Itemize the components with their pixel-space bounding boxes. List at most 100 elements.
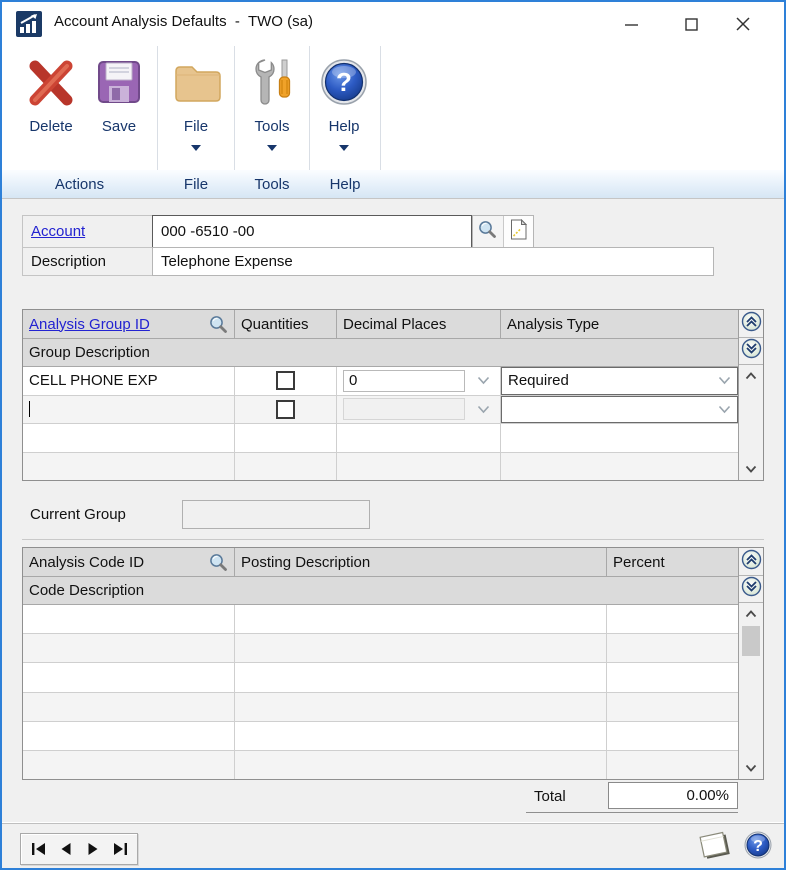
file-menu-label: File <box>184 118 208 135</box>
save-button-label: Save <box>102 118 136 135</box>
question-mark-icon: ? <box>320 54 368 110</box>
analysis-code-grid: Analysis Code ID Posting Description Per… <box>22 547 764 780</box>
notes-button[interactable] <box>690 830 734 864</box>
tools-menu-button[interactable]: Tools <box>236 54 308 146</box>
window-title: Account Analysis Defaults - TWO (sa) <box>54 13 313 30</box>
double-chevron-up-icon <box>741 549 762 575</box>
code-grid-row <box>23 634 738 663</box>
expand-rows-button[interactable] <box>739 548 763 576</box>
group-grid-row-1: CELL PHONE EXP 0 Required <box>23 367 738 396</box>
scroll-down-arrow[interactable] <box>739 757 763 779</box>
group-id-cell[interactable] <box>23 396 235 424</box>
code-grid-row <box>23 605 738 634</box>
save-button[interactable]: Save <box>86 54 152 135</box>
previous-record-button[interactable] <box>55 837 77 861</box>
analysis-group-grid-header: Analysis Group ID Quantities Decimal Pla… <box>23 310 738 339</box>
group-label-file: File <box>158 170 234 198</box>
tools-menu-label: Tools <box>254 118 289 135</box>
delete-button[interactable]: Delete <box>18 54 84 135</box>
analysis-type-dropdown[interactable]: Required <box>501 367 738 395</box>
scroll-thumb[interactable] <box>742 626 760 656</box>
description-value: Telephone Expense <box>161 253 293 270</box>
quantities-checkbox[interactable] <box>276 400 295 419</box>
collapse-rows-button[interactable] <box>739 338 763 365</box>
delete-button-label: Delete <box>29 118 72 135</box>
quantities-header: Quantities <box>241 316 309 333</box>
chevron-down-icon <box>718 376 731 385</box>
group-grid-row-3 <box>23 424 738 453</box>
scroll-down-arrow[interactable] <box>739 458 763 480</box>
decimal-places-header: Decimal Places <box>343 316 446 333</box>
account-input[interactable]: 000 -6510 -00 <box>152 215 472 248</box>
group-grid-scrollbar <box>739 365 763 480</box>
account-value: 000 -6510 -00 <box>161 223 254 240</box>
code-description-subheader: Code Description <box>29 582 144 599</box>
expand-rows-button[interactable] <box>739 310 763 338</box>
current-group-field <box>182 500 370 529</box>
group-id-cell[interactable]: CELL PHONE EXP <box>23 367 235 395</box>
analysis-code-grid-header: Analysis Code ID Posting Description Per… <box>23 548 738 577</box>
bottom-bar: ? <box>2 823 784 869</box>
group-label-tools: Tools <box>235 170 309 198</box>
first-record-button[interactable] <box>28 837 50 861</box>
analysis-group-grid: Analysis Group ID Quantities Decimal Pla… <box>22 309 764 481</box>
help-menu-button[interactable]: ? Help <box>310 54 378 146</box>
group-grid-row-4 <box>23 453 738 481</box>
total-label: Total <box>534 788 566 805</box>
analysis-type-dropdown[interactable] <box>501 396 738 424</box>
help-button[interactable]: ? <box>742 831 774 863</box>
magnifier-icon[interactable] <box>209 315 228 334</box>
analysis-group-id-link[interactable]: Analysis Group ID <box>29 316 150 333</box>
floppy-disk-icon <box>96 54 142 110</box>
quantities-cell <box>235 396 337 424</box>
double-chevron-down-icon <box>741 338 762 364</box>
total-value: 0.00% <box>608 782 738 809</box>
wrench-screwdriver-icon <box>249 54 295 110</box>
analysis-code-id-header: Analysis Code ID <box>29 554 144 571</box>
collapse-rows-button[interactable] <box>739 576 763 603</box>
note-button[interactable] <box>503 216 534 247</box>
content-area: Account 000 -6510 -00 <box>2 199 784 822</box>
code-grid-row <box>23 751 738 779</box>
analysis-type-header: Analysis Type <box>507 316 599 333</box>
decimal-places-dropdown[interactable] <box>343 398 465 420</box>
double-chevron-up-icon <box>741 311 762 337</box>
description-label: Description <box>31 253 106 270</box>
code-grid-scrollbar <box>739 603 763 779</box>
scroll-up-arrow[interactable] <box>739 603 763 625</box>
magnifier-icon[interactable] <box>209 553 228 572</box>
last-record-button[interactable] <box>109 837 131 861</box>
folder-icon <box>171 54 221 110</box>
title-bar: Account Analysis Defaults - TWO (sa) <box>2 2 784 46</box>
text-caret <box>29 401 30 417</box>
scroll-up-arrow[interactable] <box>739 365 763 387</box>
notepad-icon <box>692 829 732 866</box>
lookup-button[interactable] <box>473 216 503 247</box>
toolbar: Delete Save Fi <box>2 46 784 199</box>
question-mark-icon: ? <box>744 831 772 864</box>
record-navigation <box>20 833 138 865</box>
magnifier-icon <box>478 220 497 244</box>
posting-description-header: Posting Description <box>241 554 370 571</box>
group-label-actions: Actions <box>2 170 157 198</box>
close-button[interactable] <box>724 8 762 40</box>
analysis-type-cell: Required <box>501 367 738 395</box>
decimal-places-dropdown[interactable]: 0 <box>343 370 465 392</box>
account-link[interactable]: Account <box>31 223 85 240</box>
maximize-button[interactable] <box>672 8 710 40</box>
dropdown-arrow-icon <box>267 138 277 146</box>
code-grid-row <box>23 693 738 722</box>
decimal-places-cell <box>337 396 501 424</box>
svg-text:?: ? <box>336 67 352 97</box>
chevron-down-icon[interactable] <box>477 405 490 414</box>
file-menu-button[interactable]: File <box>160 54 232 146</box>
next-record-button[interactable] <box>82 837 104 861</box>
window: Account Analysis Defaults - TWO (sa) Del <box>0 0 786 870</box>
minimize-button[interactable] <box>612 8 650 40</box>
current-group-label: Current Group <box>30 506 126 523</box>
chevron-down-icon[interactable] <box>477 376 490 385</box>
code-grid-row <box>23 663 738 692</box>
chevron-down-icon <box>718 405 731 414</box>
group-description-subheader: Group Description <box>29 344 150 361</box>
quantities-checkbox[interactable] <box>276 371 295 390</box>
